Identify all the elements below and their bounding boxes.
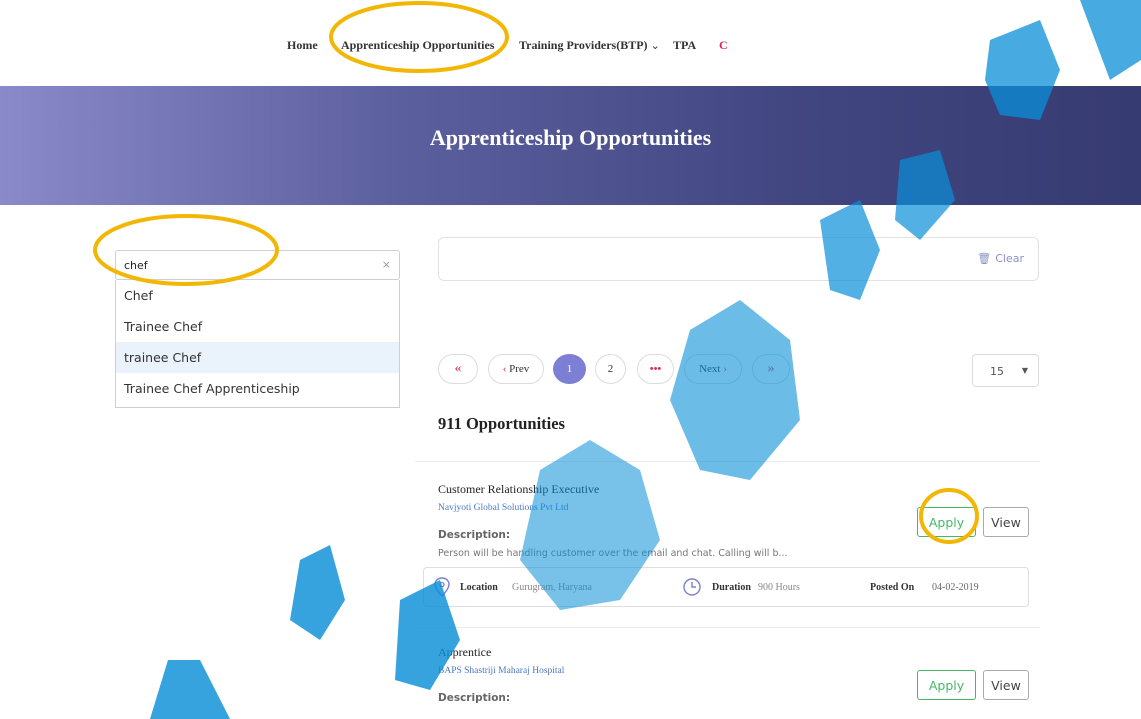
last-page-button[interactable]: » (752, 354, 790, 384)
nav-training-providers-menu[interactable]: Training Providers(BTP) ⌄ (519, 38, 660, 53)
location-pin-icon (434, 577, 450, 597)
next-label: Next (699, 363, 721, 375)
job-title: Apprentice (438, 645, 492, 659)
page-1-button[interactable]: 1 (553, 354, 586, 384)
top-navigation: Home Apprenticeship Opportunities Traini… (0, 0, 1141, 86)
duration-label: Duration (712, 582, 751, 593)
caret-down-icon: ▼ (1021, 366, 1028, 375)
search-field[interactable]: × (115, 250, 400, 280)
duration-value: 900 Hours (758, 582, 800, 593)
page-title: Apprenticeship Opportunities (429, 125, 712, 150)
job-description-label: Description: (438, 529, 511, 541)
view-button[interactable]: View (983, 507, 1029, 537)
more-pages-button[interactable]: ••• (637, 354, 674, 384)
job-description: Person will be handling customer over th… (438, 548, 788, 559)
nav-training-providers-label: Training Providers(BTP) (519, 38, 648, 52)
per-page-select[interactable]: 15 ▼ (972, 354, 1039, 387)
job-info-bar: Location Gurugram, Haryana Duration 900 … (423, 567, 1029, 607)
chevron-left-icon: ‹ (502, 363, 507, 375)
page-2-button[interactable]: 2 (595, 354, 626, 384)
nav-opportunities-link[interactable]: Apprenticeship Opportunities (341, 38, 494, 53)
next-page-button[interactable]: Next › (684, 354, 742, 384)
clear-search-icon[interactable]: × (382, 258, 391, 271)
active-filters-box: 🗑 Clear (438, 237, 1039, 281)
per-page-value: 15 (990, 365, 1004, 378)
clock-icon (683, 578, 701, 596)
nav-more-link[interactable]: C (719, 38, 728, 53)
job-description-label: Description: (438, 692, 511, 704)
apply-button[interactable]: Apply (917, 670, 976, 700)
suggestion-item[interactable]: Trainee Chef (116, 311, 399, 342)
location-label: Location (460, 582, 498, 593)
location-value: Gurugram, Haryana (512, 582, 592, 593)
job-company-link[interactable]: BAPS Shastriji Maharaj Hospital (438, 666, 564, 676)
job-title: Customer Relationship Executive (438, 482, 600, 496)
nav-home-link[interactable]: Home (287, 38, 318, 53)
apply-button[interactable]: Apply (917, 507, 976, 537)
divider (415, 627, 1040, 628)
first-page-button[interactable]: « (438, 354, 478, 384)
search-input[interactable] (124, 255, 374, 275)
prev-page-button[interactable]: ‹ Prev (488, 354, 544, 384)
prev-label: Prev (509, 363, 530, 375)
posted-label: Posted On (870, 582, 915, 593)
posted-value: 04-02-2019 (932, 582, 979, 593)
divider (415, 461, 1040, 462)
clear-filters-label: Clear (995, 252, 1024, 265)
search-suggestions: Chef Trainee Chef trainee Chef Trainee C… (115, 280, 400, 408)
suggestion-item[interactable]: Trainee Chef Apprenticeship (116, 373, 399, 404)
job-company-link[interactable]: Navjyoti Global Solutions Pvt Ltd (438, 503, 568, 513)
chevron-right-icon: › (723, 363, 727, 375)
view-button[interactable]: View (983, 670, 1029, 700)
suggestion-item-highlighted[interactable]: trainee Chef (116, 342, 399, 373)
results-count: 911 Opportunities (438, 414, 565, 433)
trash-icon: 🗑 (977, 252, 992, 265)
clear-filters-button[interactable]: 🗑 Clear (977, 252, 1024, 265)
suggestion-item[interactable]: Chef (116, 280, 399, 311)
chevron-down-icon: ⌄ (650, 40, 660, 52)
nav-tpa-link[interactable]: TPA (673, 38, 696, 53)
